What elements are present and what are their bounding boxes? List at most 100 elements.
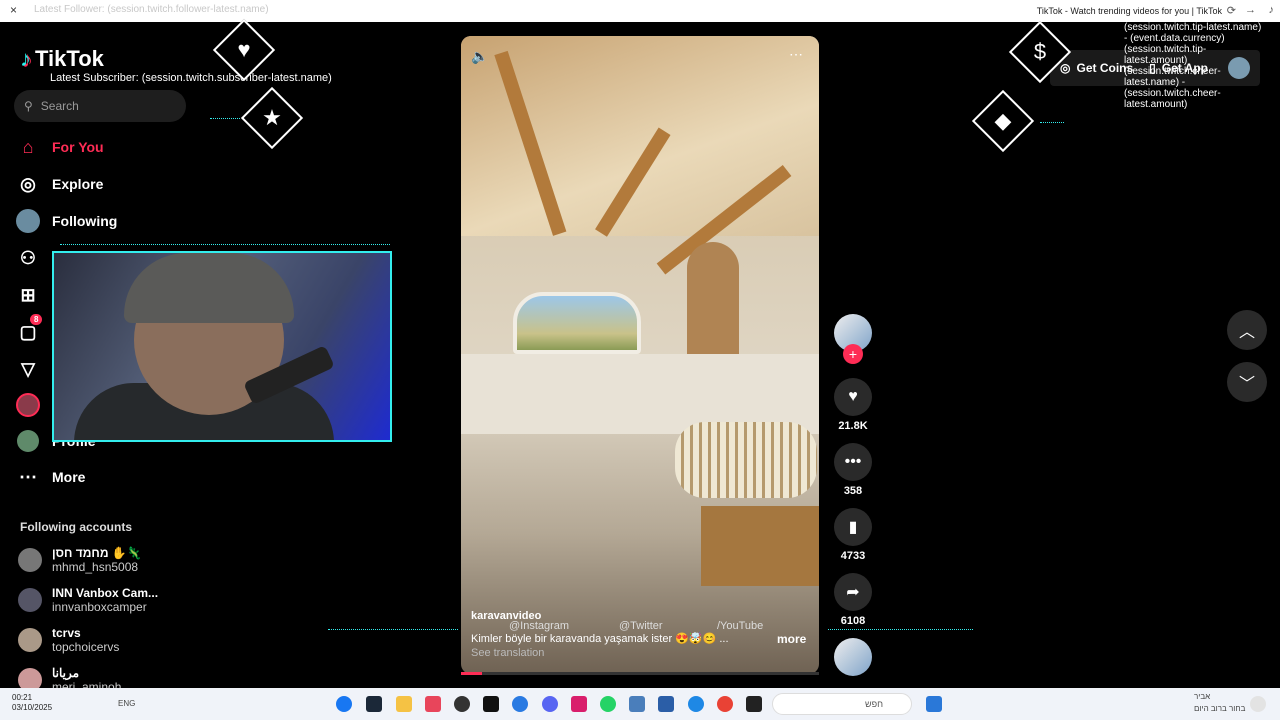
like-count: 21.8K xyxy=(838,420,868,432)
clock-date: 03/10/2025 xyxy=(12,703,53,712)
account-handle: topchoicervs xyxy=(52,640,120,654)
windows-start-icon[interactable] xyxy=(926,696,942,712)
tiktok-page: ♪ TikTok Latest Subscriber: (session.twi… xyxy=(0,18,1280,694)
weather-title: אביר xyxy=(1194,692,1211,701)
notification-icon[interactable] xyxy=(1250,696,1266,712)
video-door xyxy=(687,242,739,360)
overlay-line xyxy=(60,244,390,245)
discord-icon[interactable] xyxy=(542,696,558,712)
previous-video-button[interactable]: ︿ xyxy=(1227,310,1267,350)
overlay-follower-text: Latest Follower: (session.twitch.followe… xyxy=(34,4,269,15)
heart-icon[interactable]: ♥ xyxy=(834,378,872,416)
nav-following[interactable]: Following xyxy=(16,206,176,236)
nav-label: Following xyxy=(52,213,118,229)
share-count: 6108 xyxy=(840,615,866,627)
share-action[interactable]: ➦ 6108 xyxy=(832,573,874,627)
close-icon[interactable]: × xyxy=(10,3,17,17)
video-progress-fill xyxy=(461,672,483,675)
steam-icon[interactable] xyxy=(366,696,382,712)
obs-icon[interactable] xyxy=(454,696,470,712)
video-cabinet xyxy=(701,506,819,586)
tiktok-logo[interactable]: ♪ TikTok xyxy=(20,46,104,72)
volume-icon[interactable]: 🔈 xyxy=(471,48,488,65)
dollar-icon: $ xyxy=(1033,39,1047,64)
music-disc-avatar[interactable] xyxy=(834,638,872,676)
nav-more[interactable]: ⋯ More xyxy=(16,462,176,492)
messages-icon: ▢ 8 xyxy=(16,314,43,344)
share-icon[interactable]: ➦ xyxy=(834,573,872,611)
video-progress[interactable] xyxy=(461,672,819,675)
account-handle: innvanboxcamper xyxy=(52,600,147,614)
nav-for-you[interactable]: ⌂ For You xyxy=(16,132,176,162)
calculator-icon[interactable] xyxy=(629,696,645,712)
save-action[interactable]: ▮ 4733 xyxy=(832,508,874,562)
edge-icon[interactable] xyxy=(688,696,704,712)
nav-label: More xyxy=(52,469,86,485)
tip-alert-text: (session.twitch.tip-latest.name) - (even… xyxy=(1124,22,1264,110)
search-icon: ⚲ xyxy=(24,99,33,113)
account-item[interactable]: מחמד חסן ✋🦎 mhmd_hsn5008 xyxy=(18,540,142,580)
save-count: 4733 xyxy=(840,550,866,562)
follow-plus-button[interactable]: + xyxy=(843,344,863,364)
store-icon[interactable] xyxy=(658,696,674,712)
acrobat-icon[interactable] xyxy=(571,696,587,712)
latest-subscriber-overlay: Latest Subscriber: (session.twitch.subsc… xyxy=(50,72,332,84)
star-alert-badge: ★ xyxy=(240,86,304,150)
social-youtube: /YouTube xyxy=(717,620,764,632)
language-indicator[interactable]: ENG xyxy=(118,699,135,708)
app-icon[interactable] xyxy=(512,696,528,712)
chevron-down-icon: ﹀ xyxy=(1238,376,1255,393)
more-button[interactable]: more xyxy=(777,632,806,646)
comment-action[interactable]: ••• 358 xyxy=(832,443,874,497)
like-action[interactable]: ♥ 21.8K xyxy=(832,378,874,432)
weather-text: בחור ברוב היום xyxy=(1194,704,1246,713)
account-name: tcrvs xyxy=(52,626,81,640)
compass-icon: ◎ xyxy=(20,173,36,194)
tiktok-icon[interactable] xyxy=(483,696,499,712)
social-twitter: @Twitter xyxy=(619,620,663,632)
video-player[interactable]: 🔈 ⋯ karavanvideo @Instagram @Twitter /Yo… xyxy=(461,36,819,674)
more-icon: ⋯ xyxy=(19,466,37,487)
browser-titlebar: × Latest Follower: (session.twitch.follo… xyxy=(0,0,1280,22)
comment-icon[interactable]: ••• xyxy=(834,443,872,481)
bookmark-icon[interactable]: ▮ xyxy=(834,508,872,546)
webcam-cap xyxy=(124,253,294,323)
video-caption: Kimler böyle bir karavanda yaşamak ister… xyxy=(471,633,729,645)
more-options-icon[interactable]: ⋯ xyxy=(789,46,803,63)
taskbar-search-label: חפש xyxy=(865,699,883,709)
next-video-button[interactable]: ﹀ xyxy=(1227,362,1267,402)
taskbar-clock[interactable]: 00:21 03/10/2025 xyxy=(12,693,52,713)
refresh-icon[interactable]: ⟳ xyxy=(1227,4,1236,17)
chrome-icon[interactable] xyxy=(717,696,733,712)
account-name: מחמד חסן ✋🦎 xyxy=(52,546,142,560)
terminal-icon[interactable] xyxy=(746,696,762,712)
nav-explore[interactable]: ◎ Explore xyxy=(16,169,176,199)
folder-icon[interactable] xyxy=(396,696,412,712)
account-name: مریانا xyxy=(52,666,80,680)
avatar xyxy=(18,548,42,572)
tip-alert-line: (session.twitch.tip-latest.name) - (even… xyxy=(1124,22,1262,66)
window-title: TikTok - Watch trending videos for you |… xyxy=(1036,6,1222,16)
account-item[interactable]: INN Vanbox Cam... innvanboxcamper xyxy=(18,580,158,620)
upload-icon: ⊞ xyxy=(20,284,36,305)
logo-text: TikTok xyxy=(35,46,104,71)
taskbar-search[interactable]: חפש xyxy=(772,693,912,715)
chevron-up-icon: ︿ xyxy=(1238,324,1255,341)
windows-taskbar: 00:21 03/10/2025 ENG חפש אביר בחור ברוב ה… xyxy=(0,688,1280,720)
avatar xyxy=(18,588,42,612)
whatsapp-icon[interactable] xyxy=(600,696,616,712)
messages-badge: 8 xyxy=(30,314,43,325)
tiktok-note-icon: ♪ xyxy=(20,46,31,71)
tiktok-small-icon: ♪ xyxy=(1268,4,1275,16)
video-ceiling xyxy=(461,36,819,236)
social-instagram: @Instagram xyxy=(509,620,570,632)
see-translation-link[interactable]: See translation xyxy=(471,647,544,659)
account-item[interactable]: tcrvs topchoicervs xyxy=(18,620,119,660)
tiktok-app-icon[interactable] xyxy=(425,696,441,712)
facebook-icon[interactable] xyxy=(336,696,352,712)
nav-label: For You xyxy=(52,139,104,155)
search-input[interactable]: ⚲ Search xyxy=(14,90,186,122)
forward-icon[interactable]: → xyxy=(1245,4,1256,16)
profile-avatar xyxy=(16,429,40,453)
overlay-line xyxy=(210,118,240,119)
